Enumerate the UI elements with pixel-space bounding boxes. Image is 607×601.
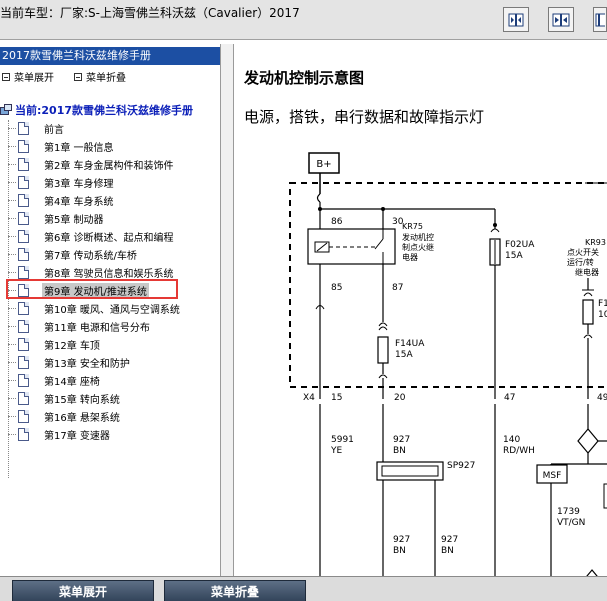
x4-pin-47: 47 [504, 393, 515, 403]
tree-item-chapter-7[interactable]: 第7章 传动系统/车桥 [8, 245, 213, 263]
collapse-left-icon [508, 13, 524, 26]
document-icon [18, 355, 29, 369]
wire-140-color: RD/WH [503, 446, 535, 456]
x4-pin-right: 49 [597, 393, 607, 403]
x4-pin-15: 15 [331, 393, 342, 403]
tree-item-chapter-11[interactable]: 第11章 电源和信号分布 [8, 317, 213, 335]
tree-item-chapter-6[interactable]: 第6章 诊断概述、起点和编程 [8, 227, 213, 245]
wire-5991-color: YE [330, 446, 342, 456]
fuse-right-amp: 10 [598, 310, 607, 320]
relay-kr75-label: KR75 [402, 222, 423, 231]
split-view-icon [552, 13, 570, 26]
fuse-f14ua-amp: 15A [395, 350, 413, 360]
title-bar: 当前车型：厂家:S-上海雪佛兰科沃兹（Cavalier）2017 [0, 0, 607, 40]
tree-item-chapter-15[interactable]: 第15章 转向系统 [8, 389, 213, 407]
wire-1739: 1739 [557, 507, 580, 517]
document-icon [18, 121, 29, 135]
document-icon [18, 175, 29, 189]
split-view-button[interactable] [548, 7, 574, 32]
document-icon [18, 247, 29, 261]
tree-item-chapter-17[interactable]: 第17章 变速器 [8, 425, 213, 443]
collapse-left-button[interactable] [503, 7, 529, 32]
fuse-f02ua-amp: 15A [505, 251, 523, 261]
tree-item-chapter-5[interactable]: 第5章 制动器 [8, 209, 213, 227]
document-icon [18, 427, 29, 441]
relay-kr93-label: KR93 [585, 238, 606, 247]
manual-tree-pane: 2017款雪佛兰科沃兹维修手册 菜单展开 菜单折叠 当前:2017款雪佛兰科沃兹… [0, 44, 221, 576]
fuse-f14ua-label: F14UA [395, 339, 425, 349]
tree-item-chapter-4[interactable]: 第4章 车身系统 [8, 191, 213, 209]
document-icon [18, 229, 29, 243]
wire-927-a-color: BN [393, 446, 406, 456]
document-icon [18, 211, 29, 225]
wire-927-c-color: BN [441, 546, 454, 556]
bottom-collapse-button[interactable]: 菜单折叠 [164, 580, 306, 601]
bottom-expand-button[interactable]: 菜单展开 [12, 580, 154, 601]
tree-item-chapter-14[interactable]: 第14章 座椅 [8, 371, 213, 389]
relay-kr93-desc-2: 运行/转 [567, 257, 594, 267]
collapse-right-icon [595, 13, 605, 26]
tree-item-chapter-1[interactable]: 第1章 一般信息 [8, 137, 213, 155]
pin-85: 85 [331, 283, 342, 293]
wire-927-a: 927 [393, 435, 410, 445]
tree-item-chapter-13[interactable]: 第13章 安全和防护 [8, 353, 213, 371]
bplus-label: B+ [316, 159, 331, 170]
document-icon [18, 391, 29, 405]
pin-86: 86 [331, 217, 343, 227]
menu-collapse-label: 菜单折叠 [86, 73, 126, 84]
splice-sp927-label: SP927 [447, 461, 475, 471]
x4-pin-20: 20 [394, 393, 406, 403]
wire-927-c: 927 [441, 535, 458, 545]
tree-item-chapter-16[interactable]: 第16章 悬架系统 [8, 407, 213, 425]
tree-item-chapter-2[interactable]: 第2章 车身金属构件和装饰件 [8, 155, 213, 173]
connector-diamond-top [577, 428, 599, 454]
tree-item-chapter-3[interactable]: 第3章 车身修理 [8, 173, 213, 191]
fuse-right-label: F1 [598, 299, 607, 309]
relay-kr75-desc-1: 发动机控 [402, 232, 434, 242]
fuse-f02ua-label: F02UA [505, 240, 535, 250]
collapse-right-button[interactable] [593, 7, 607, 32]
wire-927-b: 927 [393, 535, 410, 545]
menu-expand-label: 菜单展开 [14, 73, 54, 84]
msf-label: MSF [543, 471, 562, 481]
wire-1739-color: VT/GN [557, 518, 585, 528]
document-pane: 发动机控制示意图 电源，搭铁，串行数据和故障指示灯 B+ 86 30 KR75 … [235, 44, 607, 576]
tree-scrollbar[interactable] [221, 44, 234, 576]
tree-root-label: 当前:2017款雪佛兰科沃兹维修手册 [15, 104, 194, 117]
document-icon [18, 301, 29, 315]
document-icon [18, 157, 29, 171]
bottom-toolbar: 菜单展开 菜单折叠 [0, 576, 607, 601]
relay-kr75-desc-2: 制点火继 [402, 242, 434, 252]
menu-collapse-link[interactable]: 菜单折叠 [74, 69, 126, 84]
book-icon [0, 104, 12, 116]
fuse-f14ua [377, 336, 389, 364]
document-icon [18, 265, 29, 279]
document-icon [18, 193, 29, 207]
tree-root[interactable]: 当前:2017款雪佛兰科沃兹维修手册 [0, 102, 193, 118]
vehicle-title: 当前车型：厂家:S-上海雪佛兰科沃兹（Cavalier）2017 [0, 6, 300, 20]
tree-item-chapter-10[interactable]: 第10章 暖风、通风与空调系统 [8, 299, 213, 317]
pin-87: 87 [392, 283, 403, 293]
collapse-icon [74, 72, 82, 81]
document-icon [18, 409, 29, 423]
relay-kr75-desc-3: 电器 [402, 252, 418, 262]
fuse-right [582, 299, 594, 325]
document-icon [18, 337, 29, 351]
selection-highlight [6, 279, 178, 299]
relay-kr93-desc-3: 继电器 [575, 267, 599, 277]
wire-5991: 5991 [331, 435, 354, 445]
connector-x4: X4 [303, 393, 315, 403]
expand-icon [2, 72, 10, 81]
wiring-diagram: B+ 86 30 KR75 发动机控 制点火继 电器 85 87 F02UA 1… [289, 152, 607, 576]
tree-item-preface[interactable]: 前言 [8, 119, 213, 137]
tree-item-chapter-12[interactable]: 第12章 车顶 [8, 335, 213, 353]
document-icon [18, 139, 29, 153]
relay-kr93-desc-1: 点火开关 [567, 247, 599, 257]
wire-140: 140 [503, 435, 520, 445]
menu-expand-link[interactable]: 菜单展开 [2, 69, 54, 84]
document-icon [18, 373, 29, 387]
document-icon [18, 319, 29, 333]
wire-927-b-color: BN [393, 546, 406, 556]
manual-header: 2017款雪佛兰科沃兹维修手册 [0, 47, 220, 65]
